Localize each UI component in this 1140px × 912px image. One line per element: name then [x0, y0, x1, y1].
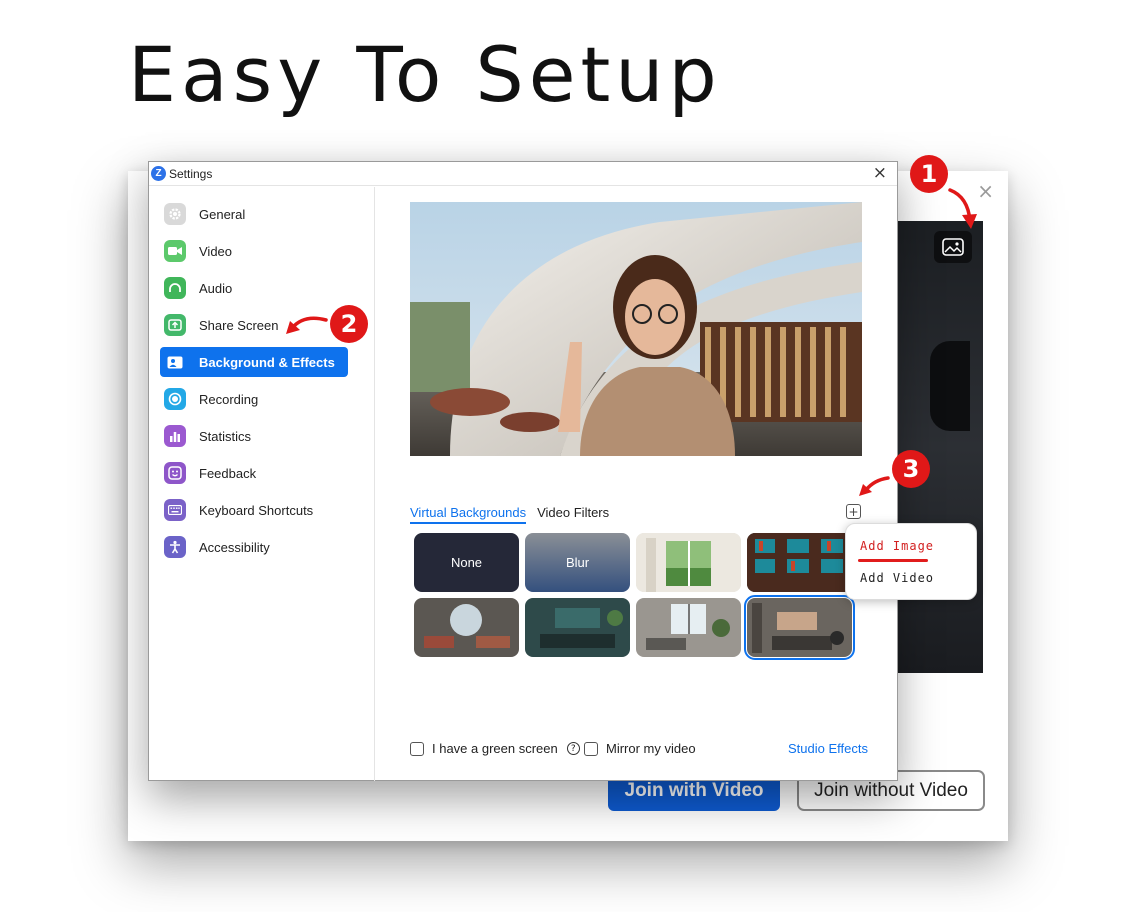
sidebar-item-keyboard-shortcuts[interactable]: Keyboard Shortcuts [160, 495, 348, 525]
sidebar-item-label: Recording [199, 391, 259, 407]
gear-icon [164, 203, 186, 225]
zoom-logo-icon: Z [151, 166, 166, 181]
sidebar-item-label: Background & Effects [199, 354, 335, 370]
sidebar-item-accessibility[interactable]: Accessibility [160, 532, 348, 562]
studio-effects-link[interactable]: Studio Effects [788, 741, 868, 756]
green-screen-option: I have a green screen ? [410, 741, 580, 756]
keyboard-icon [164, 499, 186, 521]
add-background-button[interactable]: + [846, 504, 861, 519]
thumbnail-image [636, 533, 741, 592]
accessibility-icon [164, 536, 186, 558]
settings-title: Settings [169, 166, 213, 181]
image-icon [942, 238, 964, 256]
settings-titlebar: Z Settings × [149, 162, 897, 186]
bar-chart-icon [164, 425, 186, 447]
mirror-video-checkbox[interactable] [584, 741, 598, 756]
thumbnail-teal-living-room[interactable] [525, 598, 630, 657]
thumbnail-bookshelf[interactable] [747, 533, 852, 592]
sidebar-item-label: Share Screen [199, 317, 279, 333]
page-root: Easy To Setup × Join with Video Join wit… [0, 0, 1140, 912]
thumbnail-image [636, 598, 741, 657]
sidebar-item-label: Statistics [199, 428, 252, 444]
hero-title: Easy To Setup [128, 30, 722, 119]
thumbnail-garden-doors[interactable] [636, 533, 741, 592]
preview-scene-image [410, 202, 862, 456]
smiley-icon [164, 462, 186, 484]
settings-main: Virtual Backgrounds Video Filters + None… [376, 187, 898, 781]
sidebar-item-label: Accessibility [199, 539, 270, 555]
sidebar-item-label: Feedback [199, 465, 257, 481]
thumbnail-modern-living-room[interactable] [744, 595, 855, 660]
tab-video-filters[interactable]: Video Filters [537, 505, 609, 524]
step-badge-2: 2 [330, 305, 368, 343]
background-image-button[interactable] [934, 231, 972, 263]
mirror-video-option: Mirror my video [584, 741, 696, 756]
menu-item-add-video[interactable]: Add Video [860, 571, 934, 585]
sidebar-item-label: General [199, 206, 246, 222]
mirror-video-label: Mirror my video [606, 741, 696, 756]
record-icon [164, 388, 186, 410]
thumbnail-image [747, 598, 852, 657]
arrow-icon [859, 476, 890, 496]
thumbnail-bright-living-room[interactable] [636, 598, 741, 657]
sidebar-item-recording[interactable]: Recording [160, 384, 348, 414]
sidebar-item-feedback[interactable]: Feedback [160, 458, 348, 488]
background-person-icon [164, 351, 186, 373]
thumbnail-lounge-round-window[interactable] [414, 598, 519, 657]
virtual-background-preview [410, 202, 862, 456]
settings-sidebar: General Video Audio Share Screen Backgro… [149, 187, 375, 781]
sidebar-item-label: Keyboard Shortcuts [199, 502, 314, 518]
video-camera-icon [164, 240, 186, 262]
green-screen-label: I have a green screen [432, 741, 558, 756]
sidebar-item-audio[interactable]: Audio [160, 273, 348, 303]
settings-dialog: Z Settings × General Video Audio Share S… [148, 161, 898, 781]
add-image-underline [858, 559, 928, 562]
camera-preview-shape [930, 341, 970, 431]
sidebar-item-general[interactable]: General [160, 199, 348, 229]
sidebar-item-background-effects[interactable]: Background & Effects [160, 347, 348, 377]
thumbnail-image [747, 533, 852, 592]
background-tabs: Virtual Backgrounds Video Filters [410, 505, 620, 524]
menu-item-add-image[interactable]: Add Image [860, 539, 934, 553]
add-background-menu: Add Image Add Video [845, 523, 977, 600]
thumbnail-image [414, 598, 519, 657]
settings-close-icon[interactable]: × [873, 163, 887, 183]
help-icon[interactable]: ? [566, 742, 580, 755]
tab-virtual-backgrounds[interactable]: Virtual Backgrounds [410, 505, 527, 524]
green-screen-checkbox[interactable] [410, 741, 424, 756]
thumbnail-image [525, 598, 630, 657]
sidebar-item-label: Audio [199, 280, 233, 296]
thumbnail-blur[interactable]: Blur [525, 533, 630, 592]
thumbnail-none[interactable]: None [414, 533, 519, 592]
sidebar-item-statistics[interactable]: Statistics [160, 421, 348, 451]
headphones-icon [164, 277, 186, 299]
sidebar-item-label: Video [199, 243, 233, 259]
arrow-icon [286, 316, 328, 334]
camera-preview [896, 221, 983, 673]
arrow-icon [948, 188, 977, 229]
sidebar-item-video[interactable]: Video [160, 236, 348, 266]
share-screen-icon [164, 314, 186, 336]
step-badge-3: 3 [892, 450, 930, 488]
